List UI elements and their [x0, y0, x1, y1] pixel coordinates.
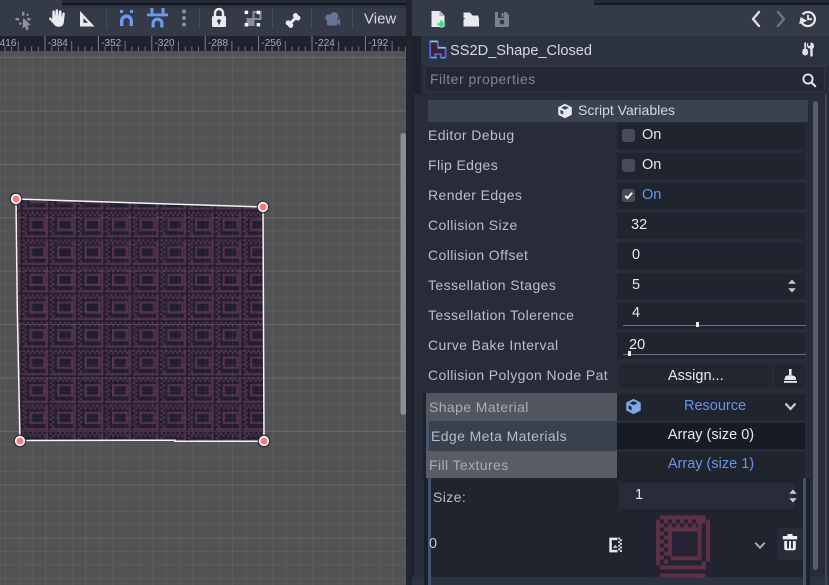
svg-text:-416: -416 [0, 38, 17, 49]
svg-text:SS2D_Shape_Closed: SS2D_Shape_Closed [450, 43, 592, 59]
svg-text:View: View [364, 11, 396, 28]
